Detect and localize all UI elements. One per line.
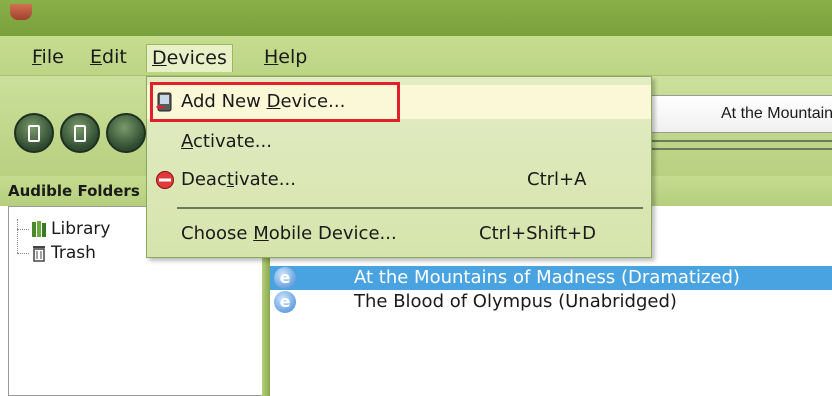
menu-add-new-device-label: Add New Device... [181,91,346,112]
play-button[interactable] [106,113,146,153]
menu-devices-rest: evices [166,47,227,69]
progress-track-lower [650,148,832,150]
menu-separator [177,207,643,209]
tree-branch [17,253,29,254]
menu-devices-accel: D [152,47,167,69]
add-device-icon [156,92,172,112]
title-row-label: The Blood of Olympus (Unabridged) [354,291,677,312]
audible-e-icon: e [274,267,296,289]
chapters-button[interactable] [60,113,100,153]
menu-bar: File Edit Devices Help [0,36,832,76]
title-row[interactable]: e The Blood of Olympus (Unabridged) [270,290,832,314]
menu-help[interactable]: Help [259,44,312,72]
menu-choose-mobile-label: Choose Mobile Device... [181,223,397,244]
title-row[interactable]: e At the Mountains of Madness (Dramatize… [270,266,832,290]
menu-devices[interactable]: Devices [146,44,233,72]
book-icon [74,125,86,142]
trash-icon [33,246,45,262]
menu-edit-accel: E [90,46,103,68]
folder-library[interactable]: Library [51,217,110,241]
menu-choose-mobile-device[interactable]: Choose Mobile Device... Ctrl+Shift+D [147,217,651,251]
menu-deactivate[interactable]: Deactivate... Ctrl+A [147,163,651,197]
menu-edit-rest: dit [102,46,127,68]
now-playing-field: At the Mountains of Madness (Dramatized) [650,95,832,133]
folders-header-label: Audible Folders [8,182,140,200]
menu-activate[interactable]: Activate... [147,125,651,159]
menu-help-accel: H [264,46,279,68]
title-row-label: At the Mountains of Madness (Dramatized) [354,267,740,288]
menu-file-rest: ile [41,46,64,68]
menu-file-accel: F [32,46,42,68]
audible-e-icon: e [274,291,296,313]
menu-deactivate-label: Deactivate... [181,169,296,190]
app-icon [10,4,32,20]
menu-file[interactable]: File [27,44,69,72]
previous-button[interactable] [14,113,54,153]
tree-connector [17,219,18,253]
bookmark-icon [28,125,40,142]
tree-branch [17,229,29,230]
deactivate-icon [156,171,174,189]
menu-help-rest: elp [278,46,308,68]
menu-activate-label: Activate... [181,131,272,152]
devices-dropdown: Add New Device... Activate... Deactivate… [146,76,652,258]
library-icon [32,221,46,237]
menu-deactivate-shortcut: Ctrl+A [527,169,587,190]
menu-choose-mobile-shortcut: Ctrl+Shift+D [479,223,596,244]
folder-trash[interactable]: Trash [51,241,96,265]
menu-add-new-device[interactable]: Add New Device... [147,85,651,119]
progress-track[interactable] [650,140,832,142]
menu-edit[interactable]: Edit [85,44,132,72]
title-bar [0,0,832,36]
now-playing-title: At the Mountains of Madness (Dramatized) [721,105,832,122]
